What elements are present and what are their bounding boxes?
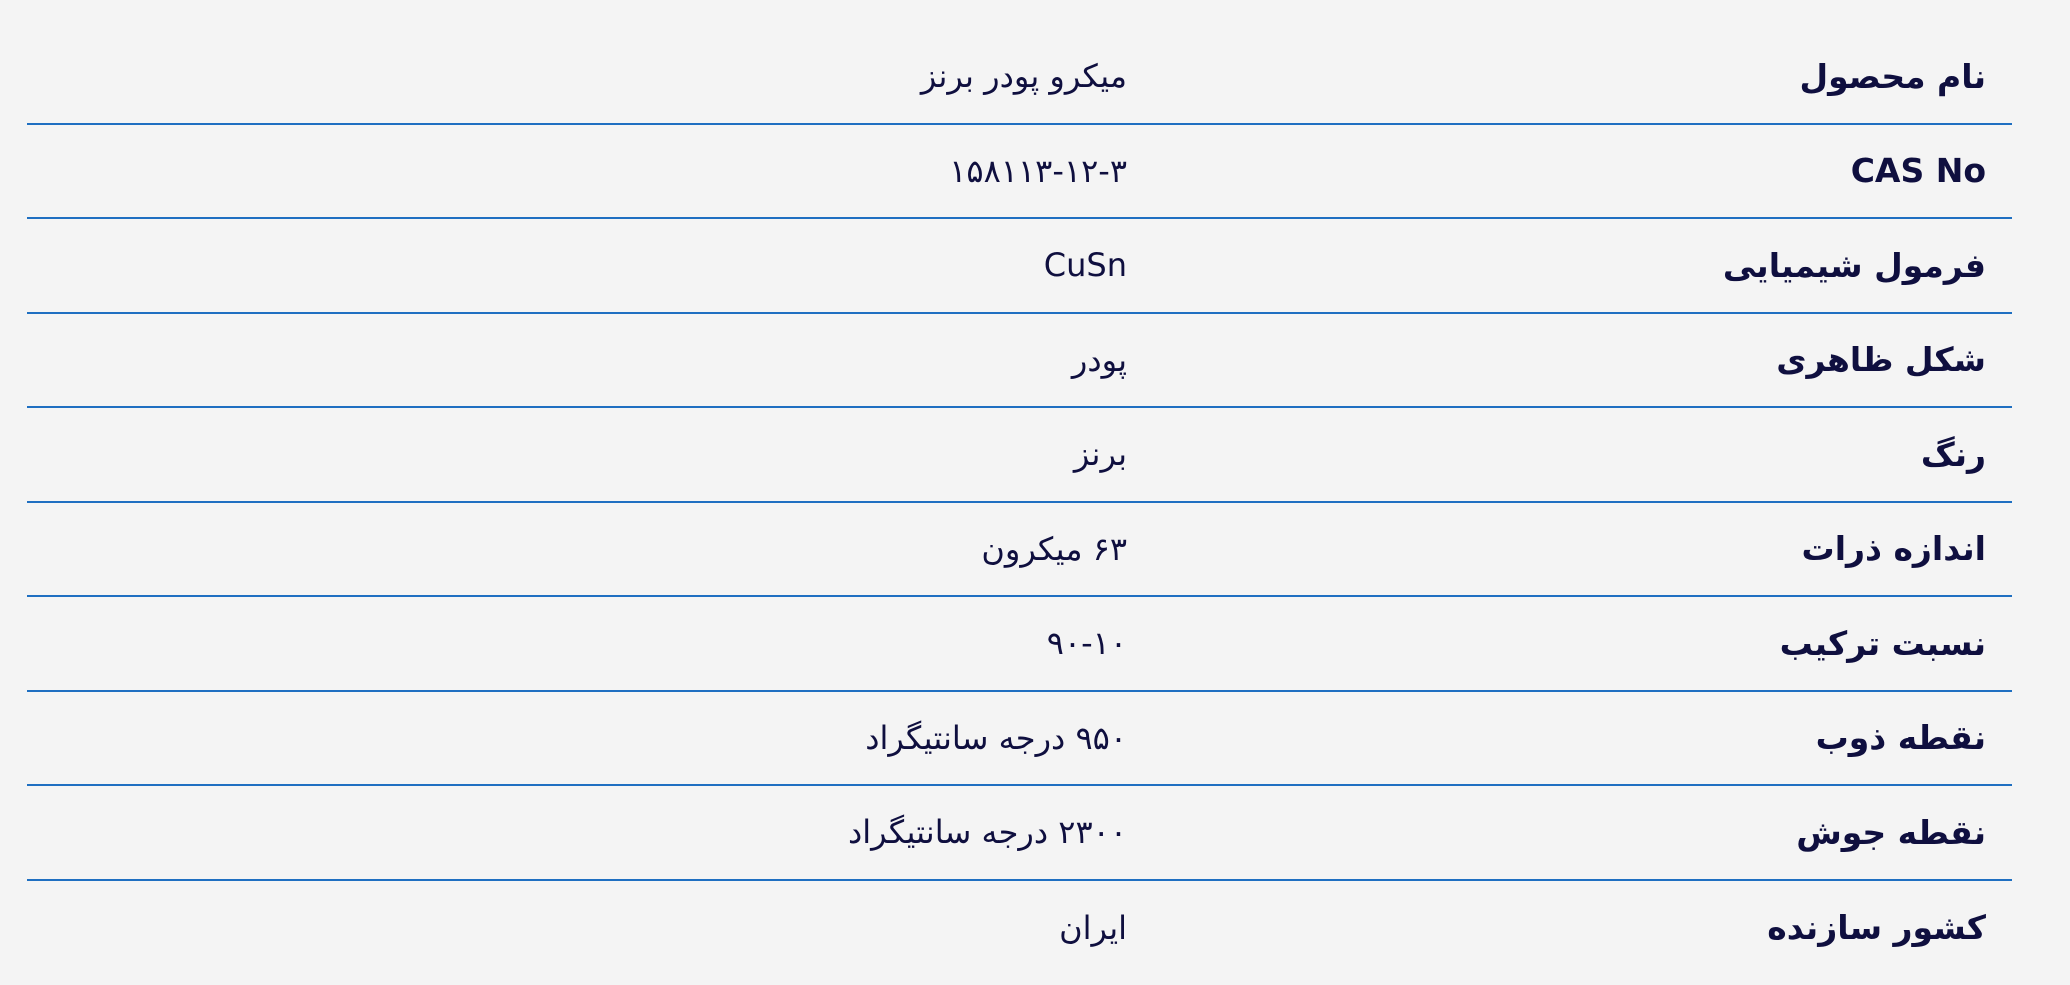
spec-label: اندازه ذرات — [1801, 529, 1986, 569]
spec-row-melting-point: نقطه ذوب ۹۵۰ درجه سانتیگراد — [27, 692, 2012, 786]
spec-row-boiling-point: نقطه جوش ۲۳۰۰ درجه سانتیگراد — [27, 786, 2012, 881]
spec-row-color: رنگ برنز — [27, 408, 2012, 503]
spec-value: پودر — [1071, 340, 1127, 379]
spec-row-composition-ratio: نسبت ترکیب ۹۰-۱۰ — [27, 597, 2012, 692]
spec-value: ۹۵۰ درجه سانتیگراد — [865, 718, 1127, 757]
spec-label: CAS No — [1850, 151, 1986, 191]
spec-value: CuSn — [1043, 246, 1127, 285]
spec-label: شکل ظاهری — [1776, 340, 1986, 380]
spec-value: ۹۰-۱۰ — [1046, 624, 1127, 663]
spec-value: ایران — [1059, 908, 1127, 947]
spec-row-appearance: شکل ظاهری پودر — [27, 314, 2012, 408]
spec-row-product-name: نام محصول میکرو پودر برنز — [27, 30, 2012, 125]
spec-row-country: کشور سازنده ایران — [27, 881, 2012, 976]
spec-label: کشور سازنده — [1767, 908, 1986, 948]
spec-row-particle-size: اندازه ذرات ۶۳ میکرون — [27, 503, 2012, 597]
product-spec-table: نام محصول میکرو پودر برنز CAS No ۱۵۸۱۱۳-۱۲… — [27, 30, 2012, 975]
spec-row-formula: فرمول شیمیایی CuSn — [27, 219, 2012, 314]
spec-label: نام محصول — [1799, 56, 1986, 96]
spec-value: برنز — [1073, 435, 1127, 474]
spec-label: رنگ — [1920, 434, 1986, 474]
spec-value: ۶۳ میکرون — [981, 529, 1127, 568]
spec-label: فرمول شیمیایی — [1722, 245, 1986, 285]
spec-label: نقطه جوش — [1796, 812, 1986, 852]
spec-value: ۱۵۸۱۱۳-۱۲-۳ — [949, 151, 1127, 190]
spec-label: نسبت ترکیب — [1779, 623, 1986, 663]
spec-value: ۲۳۰۰ درجه سانتیگراد — [848, 813, 1127, 852]
spec-value: میکرو پودر برنز — [920, 57, 1127, 96]
spec-label: نقطه ذوب — [1815, 718, 1986, 758]
spec-row-cas-no: CAS No ۱۵۸۱۱۳-۱۲-۳ — [27, 125, 2012, 219]
